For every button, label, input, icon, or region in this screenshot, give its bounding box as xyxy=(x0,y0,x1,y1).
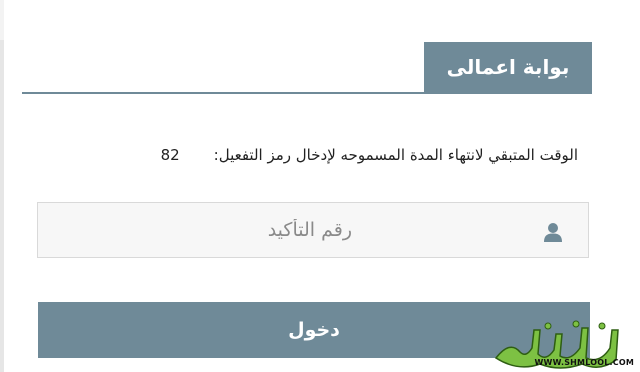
confirmation-code-input[interactable] xyxy=(38,203,588,257)
countdown-message: الوقت المتبقي لانتهاء المدة المسموحه لإد… xyxy=(161,146,578,164)
header-underline xyxy=(22,92,592,94)
portal-title: بوابة اعمالى xyxy=(446,55,570,79)
countdown-value: 82 xyxy=(160,146,180,164)
confirmation-code-field[interactable] xyxy=(37,202,589,258)
countdown-label: الوقت المتبقي لانتهاء المدة المسموحه لإد… xyxy=(213,146,578,164)
watermark-url: WWW.SHMLOOL.COM xyxy=(534,358,634,367)
user-icon xyxy=(544,223,562,242)
portal-title-tab: بوابة اعمالى xyxy=(424,42,592,92)
